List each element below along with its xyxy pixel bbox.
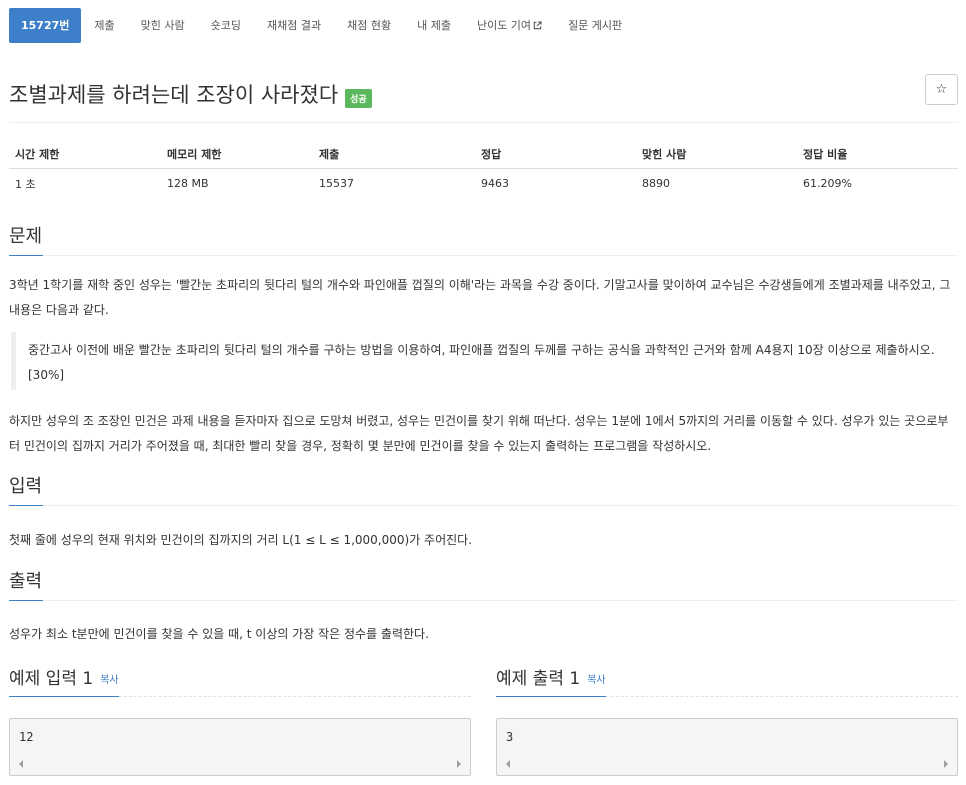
tab-submit[interactable]: 제출	[81, 8, 127, 43]
header-solved-users: 맞힌 사람	[636, 141, 797, 169]
sample-output-title-wrap: 예제 출력 1 복사	[496, 664, 606, 697]
info-header-row: 시간 제한 메모리 제한 제출 정답 맞힌 사람 정답 비율	[9, 141, 958, 169]
description-quote: 중간고사 이전에 배운 빨간눈 초파리의 뒷다리 털의 개수를 구하는 방법을 …	[11, 332, 958, 390]
input-section-header: 입력	[9, 474, 958, 506]
scroll-right-icon[interactable]	[942, 759, 950, 769]
copy-sample-output-button[interactable]: 복사	[587, 675, 605, 686]
scroll-left-icon[interactable]	[504, 759, 512, 769]
tab-rejudge-results[interactable]: 재채점 결과	[254, 8, 334, 43]
sample-input-title-wrap: 예제 입력 1 복사	[9, 664, 119, 697]
input-description: 첫째 줄에 성우의 현재 위치와 민건이의 집까지의 거리 L(1 ≤ L ≤ …	[9, 533, 473, 547]
star-icon: ☆	[935, 82, 948, 97]
tab-solved-users[interactable]: 맞힌 사람	[128, 8, 198, 43]
status-badge: 성공	[345, 88, 372, 108]
header-accepted: 정답	[475, 141, 636, 169]
tab-difficulty-contribution[interactable]: 난이도 기여	[464, 8, 555, 43]
favorite-button[interactable]: ☆	[925, 74, 958, 105]
output-description: 성우가 최소 t분만에 민건이를 찾을 수 있을 때, t 이상의 가장 작은 …	[9, 627, 429, 641]
title-divider	[9, 122, 958, 123]
sample-output-text: 3	[506, 730, 514, 744]
tab-difficulty-label: 난이도 기여	[476, 19, 532, 32]
external-link-icon	[533, 21, 542, 30]
tab-short-coding[interactable]: 숏코딩	[198, 8, 254, 43]
sample-output-header: 예제 출력 1 복사	[496, 664, 958, 697]
tab-problem[interactable]: 15727번	[9, 8, 82, 43]
header-time-limit: 시간 제한	[9, 141, 161, 169]
problem-title-row: 조별과제를 하려는데 조장이 사라졌다 성공	[9, 74, 372, 114]
scroll-left-icon[interactable]	[17, 759, 25, 769]
output-section-header: 출력	[9, 569, 958, 601]
sample-input-text: 12	[19, 730, 34, 744]
output-title: 출력	[9, 569, 44, 601]
submissions-value: 15537	[319, 177, 354, 191]
sample-output-box[interactable]: 3	[496, 718, 958, 776]
accept-ratio-value: 61.209%	[803, 177, 852, 191]
memory-limit-value: 128 MB	[167, 177, 209, 191]
sample-output-title: 예제 출력 1	[496, 669, 581, 689]
scroll-right-icon[interactable]	[455, 759, 463, 769]
time-limit-value: 1 초	[15, 177, 36, 191]
copy-sample-input-button[interactable]: 복사	[100, 675, 118, 686]
header-submissions: 제출	[313, 141, 475, 169]
header-memory-limit: 메모리 제한	[161, 141, 313, 169]
description-title: 문제	[9, 224, 44, 256]
info-value-row: 1 초 128 MB 15537 9463 8890 61.209%	[9, 168, 958, 199]
tab-status[interactable]: 채점 현황	[334, 8, 404, 43]
problem-info-table: 시간 제한 메모리 제한 제출 정답 맞힌 사람 정답 비율 1 초 128 M…	[9, 141, 958, 199]
accepted-value: 9463	[481, 177, 509, 191]
input-title: 입력	[9, 474, 44, 506]
tab-my-submissions[interactable]: 내 제출	[404, 8, 464, 43]
description-paragraph-2: 하지만 성우의 조 조장인 민건은 과제 내용을 듣자마자 집으로 도망쳐 버렸…	[9, 414, 949, 453]
sample-input-title: 예제 입력 1	[9, 669, 94, 689]
problem-nav-tabs: 15727번 제출 맞힌 사람 숏코딩 재채점 결과 채점 현황 내 제출 난이…	[9, 8, 635, 43]
header-accept-ratio: 정답 비율	[797, 141, 958, 169]
solved-users-value: 8890	[642, 177, 670, 191]
sample-input-header: 예제 입력 1 복사	[9, 664, 471, 697]
sample-input-box[interactable]: 12	[9, 718, 471, 776]
page-title: 조별과제를 하려는데 조장이 사라졌다	[9, 83, 339, 107]
description-section-header: 문제	[9, 224, 958, 256]
tab-qna-board[interactable]: 질문 게시판	[555, 8, 635, 43]
description-paragraph-1: 3학년 1학기를 재학 중인 성우는 '빨간눈 초파리의 뒷다리 털의 개수와 …	[9, 278, 951, 317]
